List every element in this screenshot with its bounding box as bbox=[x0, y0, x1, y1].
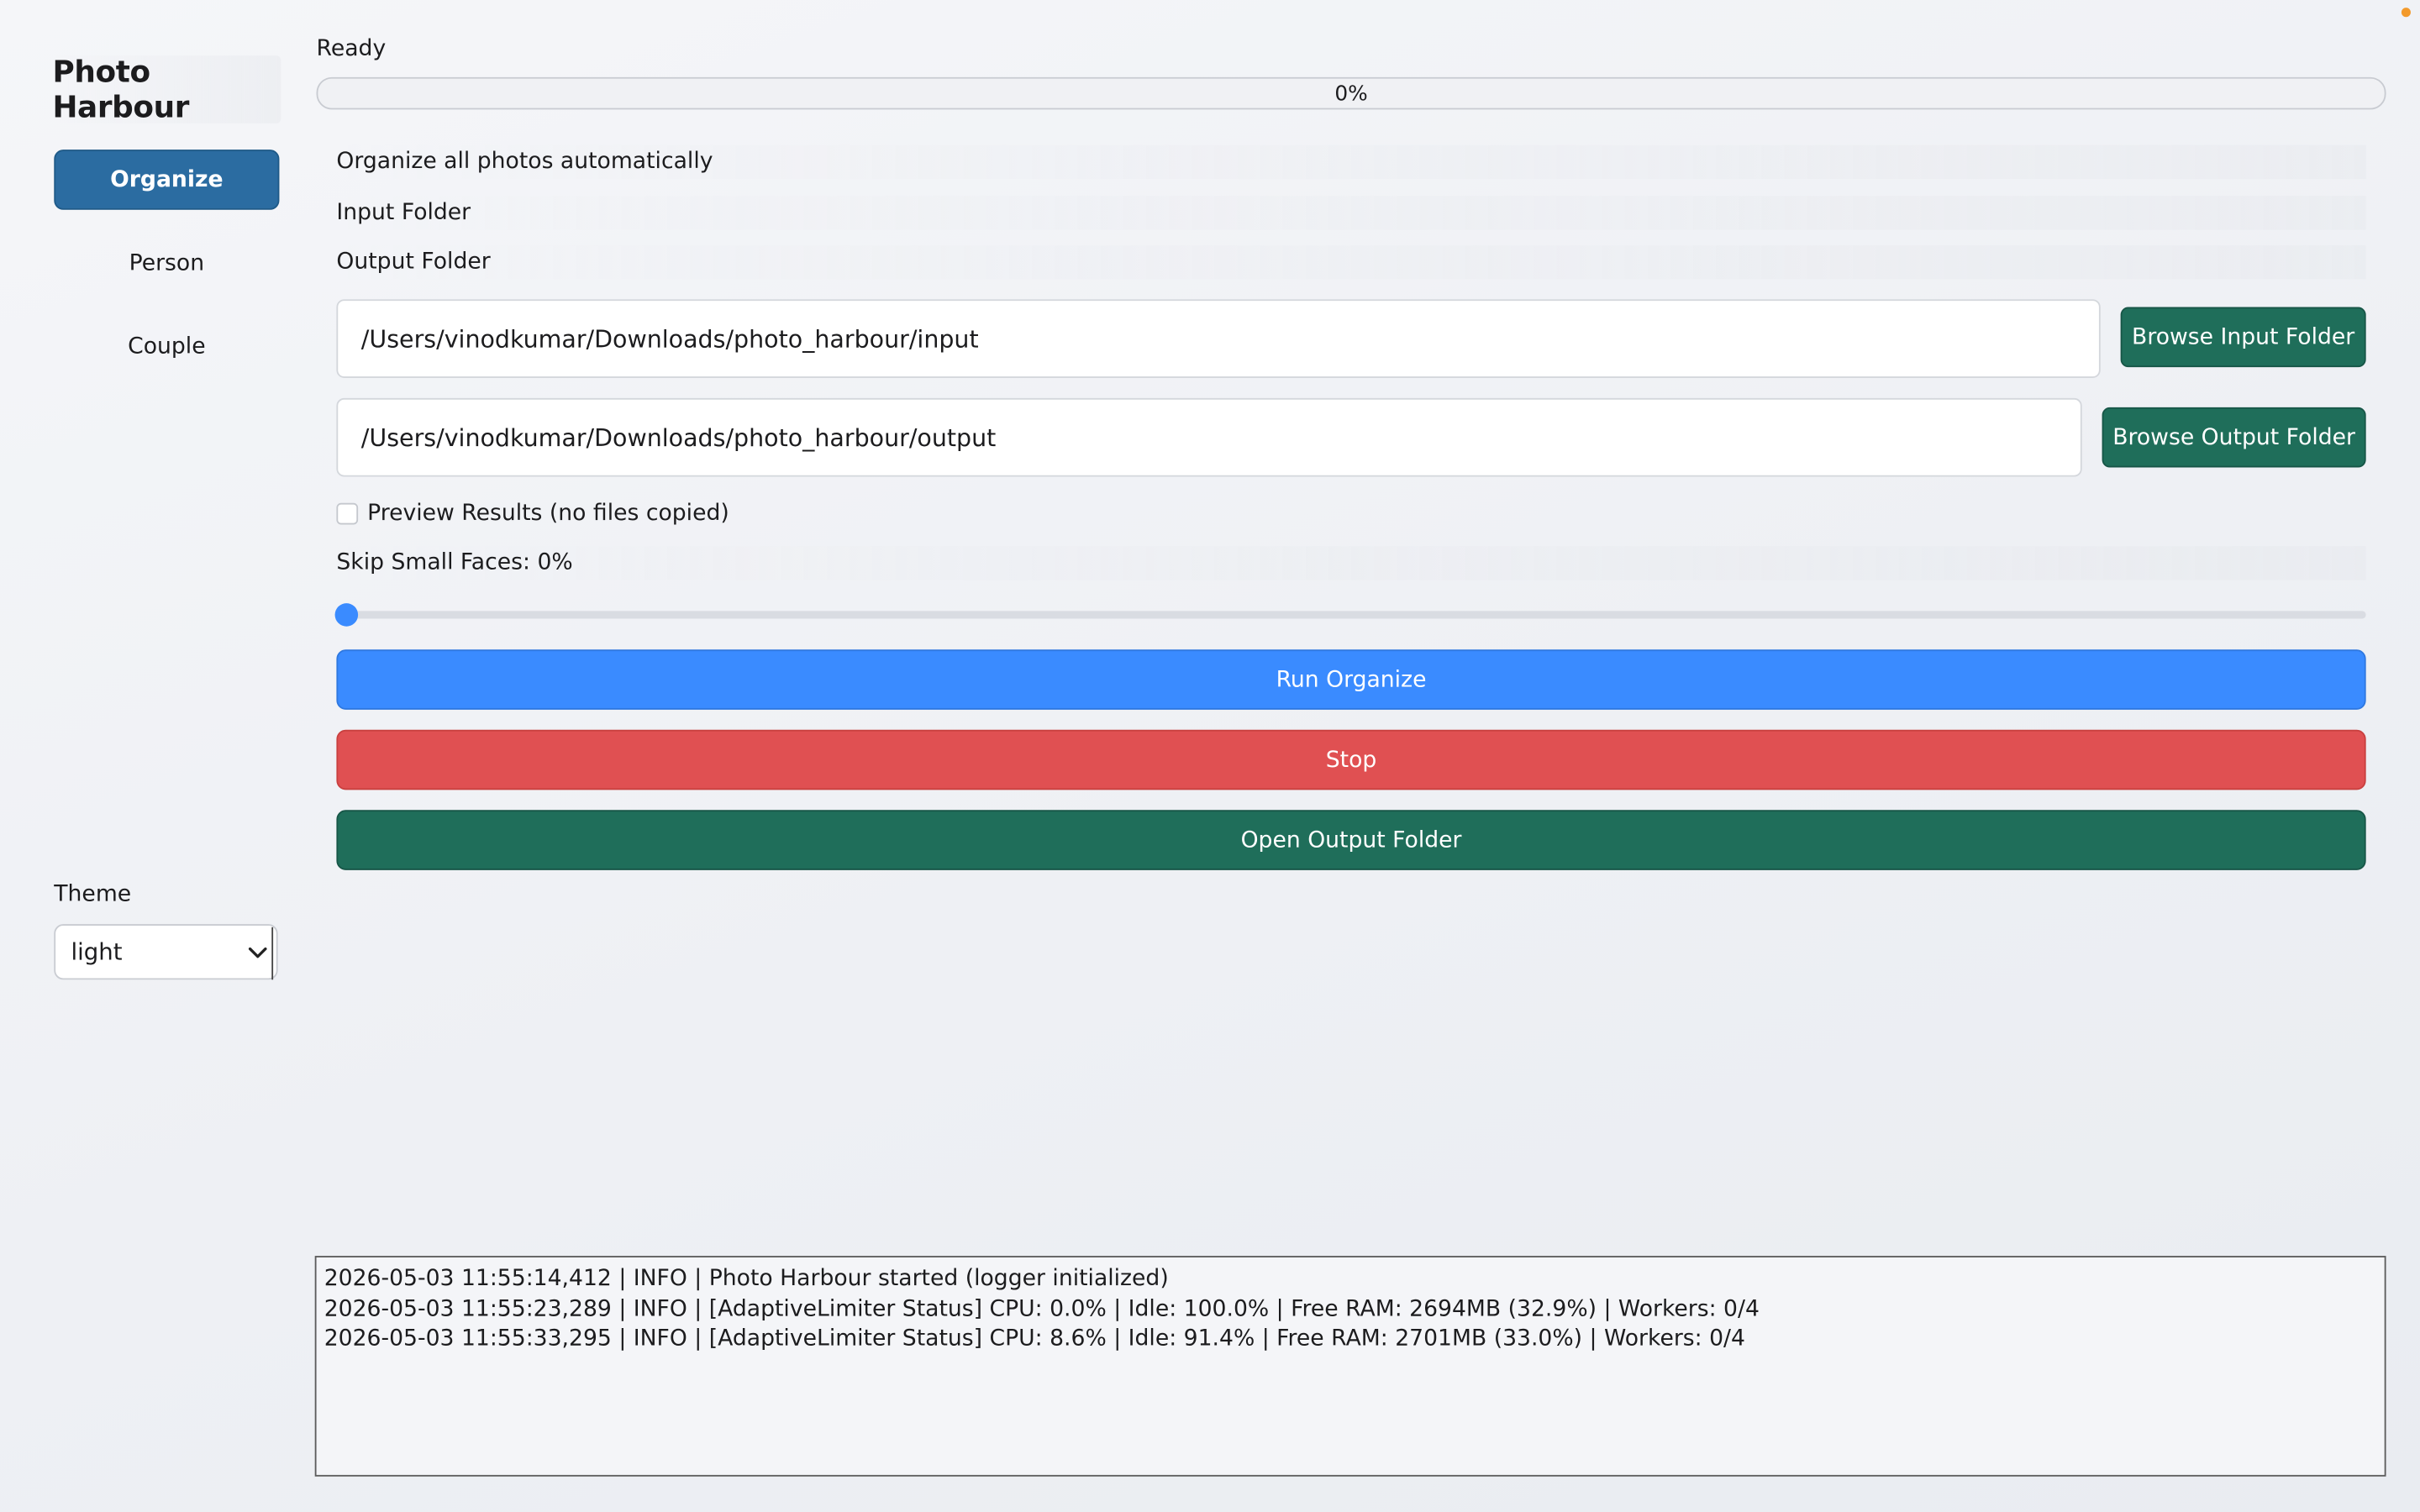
progress-label: 0% bbox=[1334, 81, 1368, 106]
input-folder-field[interactable]: /Users/vinodkumar/Downloads/photo_harbou… bbox=[336, 299, 2101, 378]
output-folder-field[interactable]: /Users/vinodkumar/Downloads/photo_harbou… bbox=[336, 397, 2082, 477]
sidebar-item-person[interactable]: Person bbox=[54, 233, 279, 293]
app-window: Photo Harbour Organize Person Couple The… bbox=[0, 0, 2420, 1512]
skip-small-faces-label: Skip Small Faces: 0% bbox=[336, 546, 2366, 580]
theme-label: Theme bbox=[54, 882, 132, 907]
theme-select[interactable]: light bbox=[54, 924, 278, 980]
sidebar-item-couple[interactable]: Couple bbox=[54, 317, 279, 377]
sidebar-item-organize[interactable]: Organize bbox=[54, 150, 280, 210]
status-text: Ready bbox=[316, 37, 387, 62]
output-folder-label: Output Folder bbox=[336, 245, 2366, 280]
browse-output-button[interactable]: Browse Output Folder bbox=[2102, 407, 2366, 468]
run-organize-button[interactable]: Run Organize bbox=[336, 649, 2366, 710]
status-indicator-dot bbox=[2401, 8, 2411, 18]
slider-thumb[interactable] bbox=[334, 603, 359, 627]
page-heading: Organize all photos automatically bbox=[336, 144, 2366, 180]
stop-button[interactable]: Stop bbox=[336, 729, 2366, 790]
progress-bar: 0% bbox=[316, 76, 2386, 110]
log-line: 2026-05-03 11:55:23,289 | INFO | [Adapti… bbox=[324, 1296, 1760, 1322]
log-output[interactable]: 2026-05-03 11:55:14,412 | INFO | Photo H… bbox=[314, 1256, 2386, 1477]
log-line: 2026-05-03 11:55:14,412 | INFO | Photo H… bbox=[324, 1266, 1169, 1292]
chevron-down-icon bbox=[244, 927, 274, 980]
preview-option[interactable]: Preview Results (no files copied) bbox=[336, 496, 954, 530]
open-output-folder-button[interactable]: Open Output Folder bbox=[336, 810, 2366, 870]
preview-checkbox[interactable] bbox=[336, 502, 359, 525]
browse-input-button[interactable]: Browse Input Folder bbox=[2120, 307, 2366, 368]
log-line: 2026-05-03 11:55:33,295 | INFO | [Adapti… bbox=[324, 1326, 1745, 1352]
skip-small-faces-slider[interactable] bbox=[334, 603, 2366, 627]
app-title: Photo Harbour bbox=[52, 54, 281, 125]
preview-label: Preview Results (no files copied) bbox=[367, 501, 729, 527]
theme-select-value: light bbox=[71, 937, 123, 966]
input-folder-label: Input Folder bbox=[336, 196, 2366, 230]
